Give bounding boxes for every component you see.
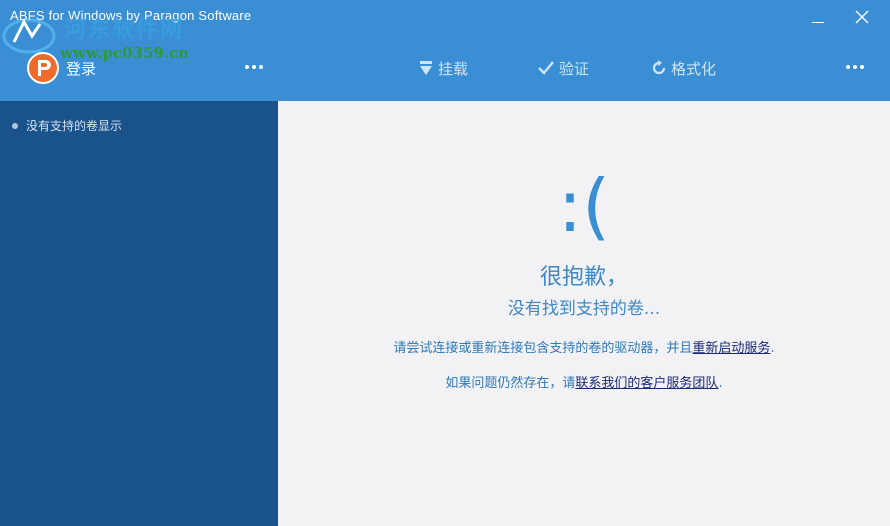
retry-message-text: 请尝试连接或重新连接包含支持的卷的驱动器，并且	[393, 341, 693, 356]
paragon-logo-icon	[38, 60, 51, 76]
contact-support-link[interactable]: 联系我们的客户服务团队	[575, 376, 718, 391]
retry-message: 请尝试连接或重新连接包含支持的卷的驱动器，并且重新启动服务.	[278, 337, 890, 356]
no-volume-subheading: 没有找到支持的卷...	[507, 299, 661, 319]
verify-label: 验证	[559, 59, 590, 78]
refresh-icon	[652, 60, 666, 75]
more-dot-icon	[846, 65, 850, 69]
close-icon	[855, 10, 869, 24]
title-bar: ABFS for Windows by Paragon Software 河东软…	[0, 0, 890, 101]
format-button[interactable]: 格式化	[651, 56, 716, 80]
more-dot-icon	[860, 65, 864, 69]
mount-icon	[420, 61, 432, 75]
restart-service-link[interactable]: 重新启动服务	[692, 341, 770, 356]
retry-message-end: .	[770, 341, 775, 356]
sidebar-item-label: 没有支持的卷显示	[26, 119, 123, 133]
more-dot-icon	[853, 65, 857, 69]
main-content: :( 很抱歉， 没有找到支持的卷... 请尝试连接或重新连接包含支持的卷的驱动器…	[278, 101, 890, 526]
sorry-heading: 很抱歉，	[539, 265, 628, 290]
contact-message-text: 如果问题仍然存在，请	[445, 376, 576, 391]
close-button[interactable]	[848, 6, 876, 30]
format-label: 格式化	[671, 59, 717, 78]
checkmark-icon	[538, 61, 554, 75]
more-dot-icon	[245, 65, 249, 69]
volume-sidebar: 没有支持的卷显示	[0, 101, 278, 526]
mount-button[interactable]: 挂载	[418, 56, 468, 80]
sidebar-item-no-volumes: 没有支持的卷显示	[12, 117, 122, 134]
login-avatar[interactable]	[27, 52, 59, 84]
contact-message: 如果问题仍然存在，请联系我们的客户服务团队.	[278, 372, 890, 391]
login-label[interactable]: 登录	[66, 58, 96, 79]
more-dot-icon	[259, 65, 263, 69]
watermark-text: 河东软件网	[64, 17, 185, 43]
contact-message-end: .	[718, 376, 723, 391]
verify-button[interactable]: 验证	[537, 56, 589, 80]
more-dot-icon	[252, 65, 256, 69]
bullet-icon	[12, 122, 18, 129]
right-more-button[interactable]	[845, 57, 867, 77]
mount-label: 挂载	[438, 59, 469, 78]
sad-face-emoticon: :(	[557, 164, 611, 248]
minimize-button[interactable]	[804, 10, 834, 32]
left-more-button[interactable]	[244, 57, 266, 77]
